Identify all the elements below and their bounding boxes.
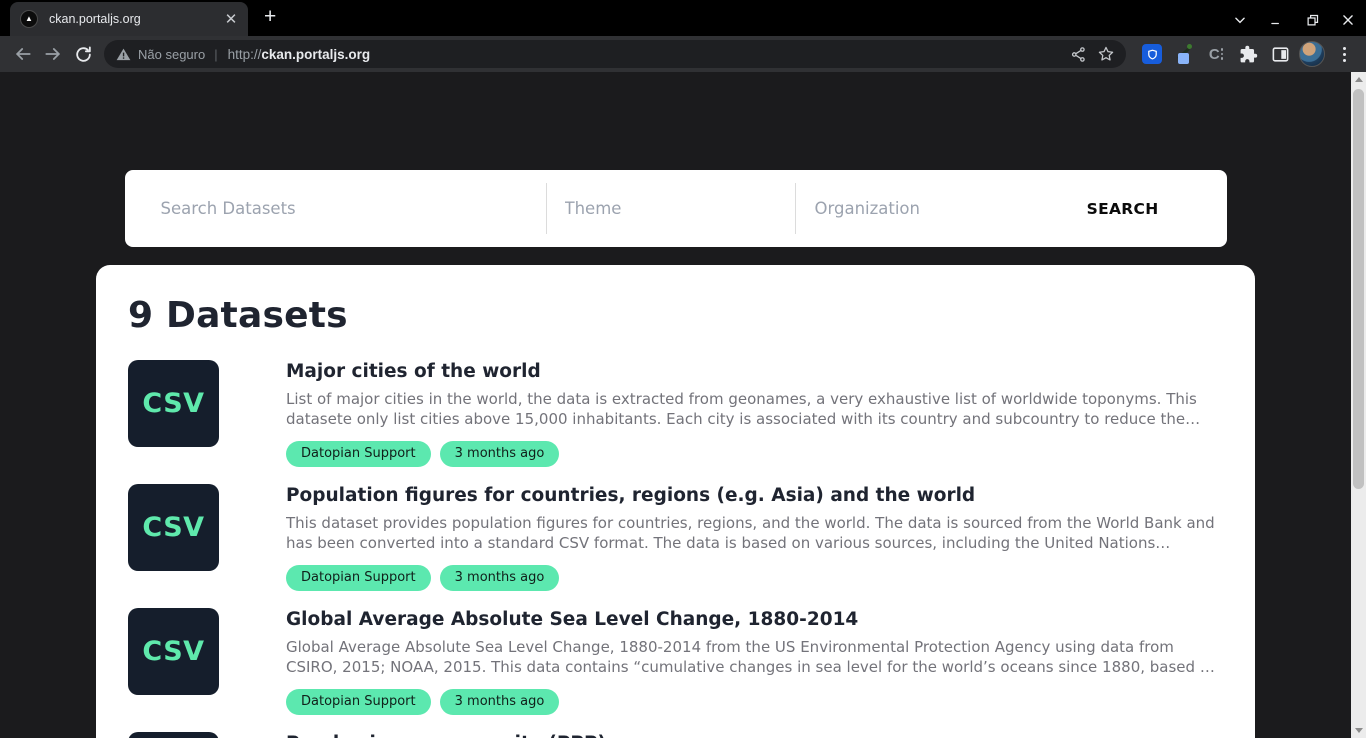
- dataset-title-link[interactable]: Major cities of the world: [286, 361, 1222, 382]
- minimize-button[interactable]: [1258, 4, 1294, 36]
- colorzilla-extension-icon[interactable]: C: [1202, 40, 1230, 68]
- bookmark-star-icon[interactable]: [1092, 40, 1120, 68]
- url-text[interactable]: http://ckan.portaljs.org: [228, 47, 371, 62]
- tab-search-chevron-icon[interactable]: [1222, 4, 1258, 36]
- organization-input[interactable]: [796, 170, 1065, 247]
- dataset-description: List of major cities in the world, the d…: [286, 389, 1222, 429]
- search-button[interactable]: SEARCH: [1065, 170, 1227, 247]
- org-tag-badge[interactable]: Datopian Support: [286, 689, 431, 715]
- dataset-tags: Datopian Support 3 months ago: [286, 689, 1222, 715]
- site-favicon-icon: ▲: [20, 10, 38, 28]
- dataset-row: CSV Purchasing power parity (PPP): [128, 732, 1223, 738]
- scrollbar-thumb[interactable]: [1353, 89, 1364, 489]
- dataset-search-bar: SEARCH: [125, 170, 1227, 247]
- dataset-title-link[interactable]: Population figures for countries, region…: [286, 485, 1222, 506]
- updated-tag-badge[interactable]: 3 months ago: [440, 441, 560, 467]
- share-icon[interactable]: [1064, 40, 1092, 68]
- restore-button[interactable]: [1294, 4, 1330, 36]
- csv-format-icon: CSV: [128, 484, 219, 571]
- browser-window: ▲ ckan.portaljs.org ✕ + Nã: [0, 0, 1366, 738]
- search-datasets-input[interactable]: [125, 170, 546, 247]
- browser-menu-kebab-icon[interactable]: [1330, 40, 1358, 68]
- new-tab-button[interactable]: +: [264, 5, 276, 29]
- bitwarden-extension-icon[interactable]: [1138, 40, 1166, 68]
- dataset-description: This dataset provides population figures…: [286, 513, 1222, 553]
- extensions-puzzle-icon[interactable]: [1234, 40, 1262, 68]
- back-button[interactable]: [8, 39, 38, 69]
- scroll-up-arrow[interactable]: [1351, 72, 1366, 87]
- close-window-button[interactable]: [1330, 4, 1366, 36]
- dataset-title-link[interactable]: Purchasing power parity (PPP): [286, 733, 1222, 738]
- reload-button[interactable]: [68, 39, 98, 69]
- results-card: 9 Datasets CSV Major cities of the world…: [96, 265, 1255, 738]
- csv-format-icon: CSV: [128, 732, 219, 738]
- profile-avatar[interactable]: [1298, 40, 1326, 68]
- dataset-row: CSV Global Average Absolute Sea Level Ch…: [128, 608, 1223, 715]
- updated-tag-badge[interactable]: 3 months ago: [440, 565, 560, 591]
- browser-toolbar: Não seguro | http://ckan.portaljs.org C: [0, 36, 1366, 72]
- dataset-title-link[interactable]: Global Average Absolute Sea Level Change…: [286, 609, 1222, 630]
- side-panel-icon[interactable]: [1266, 40, 1294, 68]
- page-scrollbar[interactable]: [1351, 72, 1366, 738]
- org-tag-badge[interactable]: Datopian Support: [286, 441, 431, 467]
- not-secure-warning-icon: [116, 47, 131, 62]
- forward-button[interactable]: [38, 39, 68, 69]
- dataset-row: CSV Population figures for countries, re…: [128, 484, 1223, 591]
- org-tag-badge[interactable]: Datopian Support: [286, 565, 431, 591]
- csv-format-icon: CSV: [128, 608, 219, 695]
- address-bar[interactable]: Não seguro | http://ckan.portaljs.org: [104, 40, 1126, 68]
- updated-tag-badge[interactable]: 3 months ago: [440, 689, 560, 715]
- url-scheme: http://: [228, 47, 262, 62]
- csv-format-icon: CSV: [128, 360, 219, 447]
- dataset-tags: Datopian Support 3 months ago: [286, 565, 1222, 591]
- scroll-down-arrow[interactable]: [1351, 723, 1366, 738]
- color-picker-extension-icon[interactable]: [1170, 40, 1198, 68]
- results-count-heading: 9 Datasets: [128, 295, 1223, 336]
- omnibox-divider: |: [214, 47, 217, 62]
- tab-title: ckan.portaljs.org: [49, 12, 222, 26]
- security-label[interactable]: Não seguro: [138, 47, 205, 62]
- dataset-row: CSV Major cities of the world List of ma…: [128, 360, 1223, 467]
- url-host: ckan.portaljs.org: [261, 47, 370, 62]
- tab-close-icon[interactable]: ✕: [222, 10, 240, 28]
- dataset-description: Global Average Absolute Sea Level Change…: [286, 637, 1222, 677]
- page-viewport: SEARCH 9 Datasets CSV Major cities of th…: [0, 72, 1366, 738]
- dataset-tags: Datopian Support 3 months ago: [286, 441, 1222, 467]
- browser-tab[interactable]: ▲ ckan.portaljs.org ✕: [10, 2, 248, 36]
- tab-strip: ▲ ckan.portaljs.org ✕ +: [0, 0, 1366, 36]
- theme-input[interactable]: [547, 170, 795, 247]
- page-content: SEARCH 9 Datasets CSV Major cities of th…: [0, 72, 1351, 738]
